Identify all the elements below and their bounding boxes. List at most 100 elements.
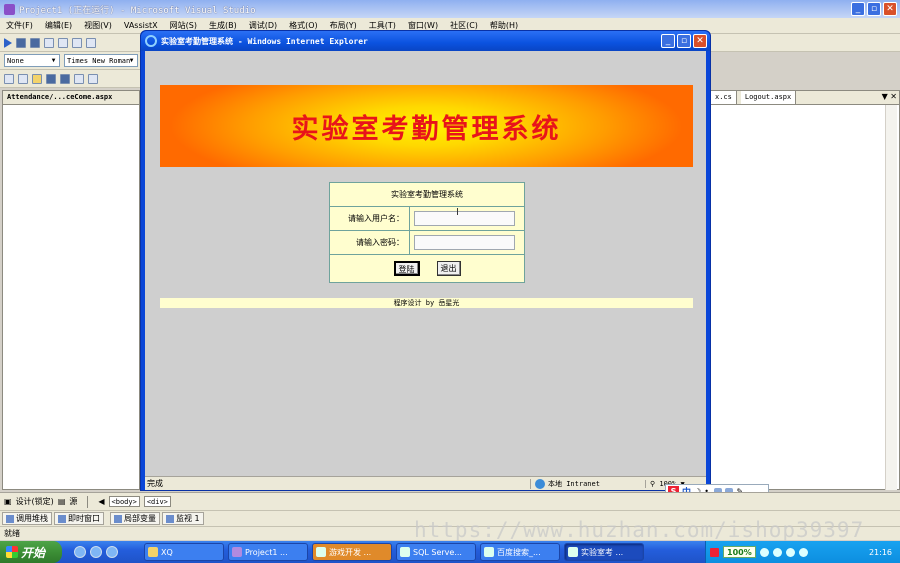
task-sql-server[interactable]: SQL Serve... bbox=[396, 543, 476, 561]
ie-icon bbox=[568, 547, 578, 557]
browser-icon bbox=[316, 547, 326, 557]
vs-titlebar: Project1 (正在运行) - Microsoft Visual Studi… bbox=[0, 0, 900, 18]
media-quicklaunch-icon[interactable] bbox=[90, 546, 102, 558]
task-lab-attendance[interactable]: 实验室考 ... bbox=[564, 543, 644, 561]
tab-logout-aspx[interactable]: Logout.aspx bbox=[740, 91, 797, 104]
tray-percent[interactable]: 100% bbox=[723, 546, 756, 558]
internet-explorer-icon bbox=[145, 35, 157, 47]
format-toolbar: None ▼ Times New Roman ▼ bbox=[0, 52, 140, 70]
network-icon[interactable] bbox=[759, 547, 769, 557]
text-cursor-icon: I bbox=[456, 207, 459, 218]
system-tray: 100% 21:16 bbox=[705, 541, 900, 563]
password-input[interactable] bbox=[414, 235, 515, 250]
task-baidu-search[interactable]: 百度搜索_... bbox=[480, 543, 560, 561]
login-buttons-row: 登陆 退出 bbox=[330, 255, 524, 282]
password-label: 请输入密码： bbox=[330, 231, 410, 255]
tab-watch-1[interactable]: 监视 1 bbox=[162, 512, 204, 525]
password-row: 请输入密码： bbox=[330, 231, 524, 255]
watch-label: 监视 1 bbox=[176, 514, 200, 523]
save-all-icon[interactable] bbox=[60, 73, 70, 84]
breadcrumb-div[interactable]: <div> bbox=[143, 496, 171, 507]
step-over-icon[interactable] bbox=[72, 37, 82, 48]
login-button[interactable]: 登陆 bbox=[393, 261, 420, 276]
right-editor-panel: x.cs Logout.aspx ▼ ✕ bbox=[710, 90, 900, 490]
header-banner: 实验室考勤管理系统 bbox=[160, 85, 693, 167]
tab-immediate-window[interactable]: 即时窗口 bbox=[54, 512, 104, 525]
ie-minimize-button[interactable]: _ bbox=[661, 34, 675, 48]
block-format-combo[interactable]: None ▼ bbox=[4, 54, 60, 67]
username-label: 请输入用户名： bbox=[330, 207, 410, 231]
watch-icon bbox=[166, 514, 174, 523]
breadcrumb-body[interactable]: <body> bbox=[108, 496, 140, 507]
login-form: 实验室考勤管理系统 请输入用户名： 请输入密码： 登陆 退出 bbox=[329, 182, 525, 283]
task-label: 实验室考 ... bbox=[581, 547, 624, 557]
locals-icon bbox=[114, 514, 122, 523]
restart-icon[interactable] bbox=[44, 37, 54, 48]
design-view-icon: ▣ bbox=[4, 497, 12, 506]
task-label: 百度搜索_... bbox=[497, 547, 541, 557]
tab-list-and-close-icon[interactable]: ▼ ✕ bbox=[882, 92, 897, 101]
tray-clock: 21:16 bbox=[868, 547, 892, 557]
tab-call-stack[interactable]: 调用堆栈 bbox=[2, 512, 52, 525]
folder-icon bbox=[148, 547, 158, 557]
stop-icon[interactable] bbox=[30, 37, 40, 48]
continue-icon[interactable] bbox=[4, 37, 12, 48]
editor-file-tab[interactable]: Attendance/...ceCome.aspx bbox=[3, 91, 139, 105]
quick-launch bbox=[62, 546, 144, 558]
menu-vassistx[interactable]: VAssistX bbox=[124, 21, 158, 30]
design-tab[interactable]: 设计(锁定) bbox=[16, 496, 54, 507]
pause-icon[interactable] bbox=[16, 37, 26, 48]
ie-maximize-button[interactable]: ▫ bbox=[677, 34, 691, 48]
ie-page-content: 实验室考勤管理系统 实验室考勤管理系统 请输入用户名： 请输入密码： 登陆 退出… bbox=[145, 51, 706, 476]
right-tab-strip: x.cs Logout.aspx ▼ ✕ bbox=[711, 91, 899, 105]
add-item-icon[interactable] bbox=[18, 73, 28, 84]
ie-window: 实验室考勤管理系统 - Windows Internet Explorer _ … bbox=[140, 30, 711, 491]
menu-view[interactable]: 视图(V) bbox=[84, 20, 112, 31]
designer-bar: ▣ 设计(锁定) ▤ 源 ◀ <body> <div> bbox=[0, 492, 900, 510]
menu-edit[interactable]: 编辑(E) bbox=[45, 20, 72, 31]
cut-icon[interactable] bbox=[74, 73, 84, 84]
ie-status-text: 完成 bbox=[147, 479, 163, 488]
vs-close-button[interactable]: ✕ bbox=[883, 2, 897, 16]
split-view-icon: ▤ bbox=[57, 497, 66, 506]
magnifier-icon: ⚲ bbox=[650, 479, 656, 488]
exit-button[interactable]: 退出 bbox=[436, 261, 461, 276]
volume-icon[interactable] bbox=[772, 547, 782, 557]
standard-toolbar bbox=[0, 70, 140, 88]
ie-close-button[interactable]: ✕ bbox=[693, 34, 707, 48]
call-stack-label: 调用堆栈 bbox=[16, 514, 48, 523]
task-game-dev[interactable]: 游戏开发 ... bbox=[312, 543, 392, 561]
vertical-scrollbar[interactable] bbox=[885, 105, 897, 490]
copy-icon[interactable] bbox=[88, 73, 98, 84]
vs-window-title: Project1 (正在运行) - Microsoft Visual Studi… bbox=[19, 5, 256, 16]
font-combo[interactable]: Times New Roman ▼ bbox=[64, 54, 138, 67]
security-shield-icon[interactable] bbox=[785, 547, 795, 557]
vs-minimize-button[interactable]: _ bbox=[851, 2, 865, 16]
scroll-left-icon[interactable]: ◀ bbox=[98, 497, 104, 506]
immediate-window-label: 即时窗口 bbox=[68, 514, 100, 523]
save-icon[interactable] bbox=[46, 73, 56, 84]
task-folder[interactable]: XQ bbox=[144, 543, 224, 561]
task-visual-studio[interactable]: Project1 ... bbox=[228, 543, 308, 561]
security-zone-label: 本地 Intranet bbox=[548, 479, 600, 488]
vs-maximize-button[interactable]: ▫ bbox=[867, 2, 881, 16]
start-button[interactable]: 开始 bbox=[0, 541, 62, 563]
divider bbox=[87, 495, 89, 508]
browser-quicklaunch-icon[interactable] bbox=[106, 546, 118, 558]
task-label: SQL Serve... bbox=[413, 547, 462, 557]
ie-quicklaunch-icon[interactable] bbox=[74, 546, 86, 558]
sync-icon[interactable] bbox=[798, 547, 808, 557]
username-input[interactable] bbox=[414, 211, 515, 226]
sql-server-icon bbox=[400, 547, 410, 557]
open-folder-icon[interactable] bbox=[32, 73, 42, 84]
sogou-tray-icon[interactable] bbox=[710, 547, 719, 557]
tab-locals[interactable]: 局部变量 bbox=[110, 512, 160, 525]
page-footer: 程序设计 by 岳星光 bbox=[160, 298, 693, 308]
ie-window-controls: _ ▫ ✕ bbox=[661, 34, 707, 48]
source-tab[interactable]: 源 bbox=[69, 496, 77, 507]
menu-file[interactable]: 文件(F) bbox=[6, 20, 33, 31]
step-out-icon[interactable] bbox=[86, 37, 96, 48]
new-project-icon[interactable] bbox=[4, 73, 14, 84]
tab-cs-file[interactable]: x.cs bbox=[711, 91, 737, 104]
step-into-icon[interactable] bbox=[58, 37, 68, 48]
